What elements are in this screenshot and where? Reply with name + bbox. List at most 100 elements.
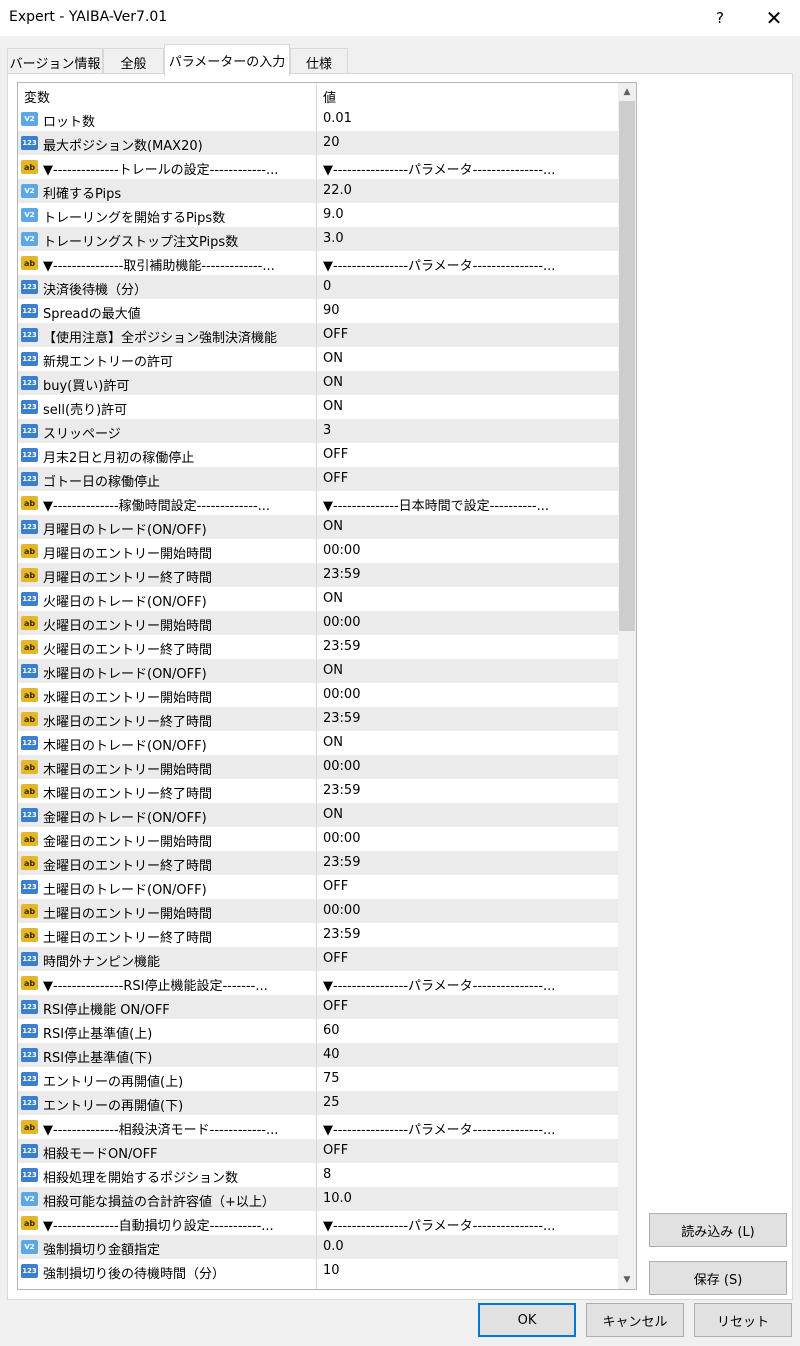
- variable-value[interactable]: OFF: [323, 447, 615, 462]
- table-row[interactable]: 123 ゴトー日の稼働停止 OFF: [18, 467, 618, 491]
- tab-parameters[interactable]: パラメーターの入力: [164, 44, 290, 76]
- variable-value[interactable]: 0.0: [323, 1239, 615, 1254]
- variable-value[interactable]: 00:00: [323, 903, 615, 918]
- variable-value[interactable]: 23:59: [323, 639, 615, 654]
- table-row[interactable]: ab 木曜日のエントリー開始時間 00:00: [18, 755, 618, 779]
- table-row[interactable]: ab 火曜日のエントリー開始時間 00:00: [18, 611, 618, 635]
- table-row[interactable]: ab 土曜日のエントリー終了時間 23:59: [18, 923, 618, 947]
- variable-value[interactable]: ON: [323, 399, 615, 414]
- variable-value[interactable]: ON: [323, 591, 615, 606]
- help-button[interactable]: ?: [700, 0, 740, 36]
- table-row[interactable]: 123 buy(買い)許可 ON: [18, 371, 618, 395]
- variable-value[interactable]: 00:00: [323, 687, 615, 702]
- reset-button[interactable]: リセット: [694, 1303, 792, 1337]
- variable-value[interactable]: ▼----------------パラメータ---------------...: [323, 975, 615, 994]
- table-row[interactable]: 123 水曜日のトレード(ON/OFF) ON: [18, 659, 618, 683]
- table-row[interactable]: ab 水曜日のエントリー終了時間 23:59: [18, 707, 618, 731]
- variable-value[interactable]: 00:00: [323, 831, 615, 846]
- cancel-button[interactable]: キャンセル: [586, 1303, 684, 1337]
- variable-value[interactable]: ON: [323, 663, 615, 678]
- table-row[interactable]: V2 トレーリングストップ注文Pips数 3.0: [18, 227, 618, 251]
- variable-value[interactable]: 00:00: [323, 543, 615, 558]
- variable-value[interactable]: ON: [323, 807, 615, 822]
- variable-value[interactable]: OFF: [323, 327, 615, 342]
- table-row[interactable]: 123 エントリーの再開値(下) 25: [18, 1091, 618, 1115]
- variable-value[interactable]: OFF: [323, 951, 615, 966]
- table-row[interactable]: 123 RSI停止基準値(上) 60: [18, 1019, 618, 1043]
- table-row[interactable]: 123 金曜日のトレード(ON/OFF) ON: [18, 803, 618, 827]
- variable-value[interactable]: ON: [323, 519, 615, 534]
- variable-value[interactable]: OFF: [323, 999, 615, 1014]
- table-row[interactable]: 123 木曜日のトレード(ON/OFF) ON: [18, 731, 618, 755]
- variable-value[interactable]: 90: [323, 303, 615, 318]
- variable-value[interactable]: 25: [323, 1095, 615, 1110]
- variable-value[interactable]: 23:59: [323, 783, 615, 798]
- close-icon[interactable]: ✕: [752, 0, 796, 36]
- variable-value[interactable]: 75: [323, 1071, 615, 1086]
- table-row[interactable]: 123 最大ポジション数(MAX20) 20: [18, 131, 618, 155]
- tab-specs[interactable]: 仕様: [290, 48, 348, 75]
- table-row[interactable]: 123 新規エントリーの許可 ON: [18, 347, 618, 371]
- variable-value[interactable]: OFF: [323, 1143, 615, 1158]
- table-row[interactable]: ab 土曜日のエントリー開始時間 00:00: [18, 899, 618, 923]
- variable-value[interactable]: 60: [323, 1023, 615, 1038]
- table-row[interactable]: ab ▼---------------RSI停止機能設定-------... ▼--…: [18, 971, 618, 995]
- table-row[interactable]: ab 木曜日のエントリー終了時間 23:59: [18, 779, 618, 803]
- scroll-thumb[interactable]: [619, 101, 635, 631]
- variable-value[interactable]: 23:59: [323, 927, 615, 942]
- variable-value[interactable]: ▼----------------パラメータ---------------...: [323, 1119, 615, 1138]
- table-row[interactable]: ab 月曜日のエントリー終了時間 23:59: [18, 563, 618, 587]
- table-row[interactable]: ab ▼--------------自動損切り設定-----------... ▼-…: [18, 1211, 618, 1235]
- table-row[interactable]: ab 金曜日のエントリー開始時間 00:00: [18, 827, 618, 851]
- tab-version-info[interactable]: バージョン情報: [7, 48, 103, 75]
- ok-button[interactable]: OK: [478, 1303, 576, 1337]
- table-row[interactable]: ab 火曜日のエントリー終了時間 23:59: [18, 635, 618, 659]
- table-row[interactable]: V2 トレーリングを開始するPips数 9.0: [18, 203, 618, 227]
- table-row[interactable]: 123 決済後待機（分） 0: [18, 275, 618, 299]
- variable-value[interactable]: ON: [323, 351, 615, 366]
- vertical-scrollbar[interactable]: ▲ ▼: [618, 83, 636, 1289]
- table-row[interactable]: ab ▼--------------相殺決済モード------------... ▼…: [18, 1115, 618, 1139]
- table-row[interactable]: 123 火曜日のトレード(ON/OFF) ON: [18, 587, 618, 611]
- variable-value[interactable]: 9.0: [323, 207, 615, 222]
- table-row[interactable]: 123 土曜日のトレード(ON/OFF) OFF: [18, 875, 618, 899]
- table-row[interactable]: ab 金曜日のエントリー終了時間 23:59: [18, 851, 618, 875]
- table-row[interactable]: ab ▼--------------トレールの設定------------... ▼…: [18, 155, 618, 179]
- variable-value[interactable]: ON: [323, 735, 615, 750]
- variable-value[interactable]: 00:00: [323, 615, 615, 630]
- table-row[interactable]: 123 RSI停止機能 ON/OFF OFF: [18, 995, 618, 1019]
- load-button[interactable]: 読み込み (L): [649, 1213, 787, 1247]
- table-row[interactable]: 123 強制損切り後の待機時間（分） 10: [18, 1259, 618, 1283]
- table-row[interactable]: ab ▼--------------稼働時間設定-------------... ▼…: [18, 491, 618, 515]
- variable-value[interactable]: 0: [323, 279, 615, 294]
- table-row[interactable]: 123 相殺処理を開始するポジション数 8: [18, 1163, 618, 1187]
- table-row[interactable]: 123 月曜日のトレード(ON/OFF) ON: [18, 515, 618, 539]
- variable-value[interactable]: OFF: [323, 879, 615, 894]
- variable-value[interactable]: 10: [323, 1263, 615, 1278]
- table-row[interactable]: 123 【使用注意】全ポジション強制決済機能 OFF: [18, 323, 618, 347]
- variable-value[interactable]: 3: [323, 423, 615, 438]
- variable-value[interactable]: 23:59: [323, 855, 615, 870]
- variable-value[interactable]: 23:59: [323, 567, 615, 582]
- scroll-down-arrow-icon[interactable]: ▼: [618, 1271, 636, 1289]
- table-row[interactable]: V2 ロット数 0.01: [18, 107, 618, 131]
- variable-value[interactable]: OFF: [323, 471, 615, 486]
- variable-value[interactable]: 0.01: [323, 111, 615, 126]
- variable-value[interactable]: ON: [323, 375, 615, 390]
- variable-value[interactable]: ▼----------------パラメータ---------------...: [323, 255, 615, 274]
- variable-value[interactable]: 8: [323, 1167, 615, 1182]
- variable-value[interactable]: 40: [323, 1047, 615, 1062]
- table-row[interactable]: ab ▼---------------取引補助機能-------------...…: [18, 251, 618, 275]
- table-row[interactable]: 123 月末2日と月初の稼働停止 OFF: [18, 443, 618, 467]
- variable-value[interactable]: ▼----------------パラメータ---------------...: [323, 159, 615, 178]
- variable-value[interactable]: 00:00: [323, 759, 615, 774]
- table-row[interactable]: V2 強制損切り金額指定 0.0: [18, 1235, 618, 1259]
- table-row[interactable]: V2 利確するPips 22.0: [18, 179, 618, 203]
- table-row[interactable]: 123 エントリーの再開値(上) 75: [18, 1067, 618, 1091]
- save-button[interactable]: 保存 (S): [649, 1261, 787, 1295]
- table-row[interactable]: 123 Spreadの最大値 90: [18, 299, 618, 323]
- table-row[interactable]: 123 相殺モードON/OFF OFF: [18, 1139, 618, 1163]
- variable-value[interactable]: 23:59: [323, 711, 615, 726]
- column-header-value[interactable]: 値: [323, 87, 336, 106]
- variable-value[interactable]: 10.0: [323, 1191, 615, 1206]
